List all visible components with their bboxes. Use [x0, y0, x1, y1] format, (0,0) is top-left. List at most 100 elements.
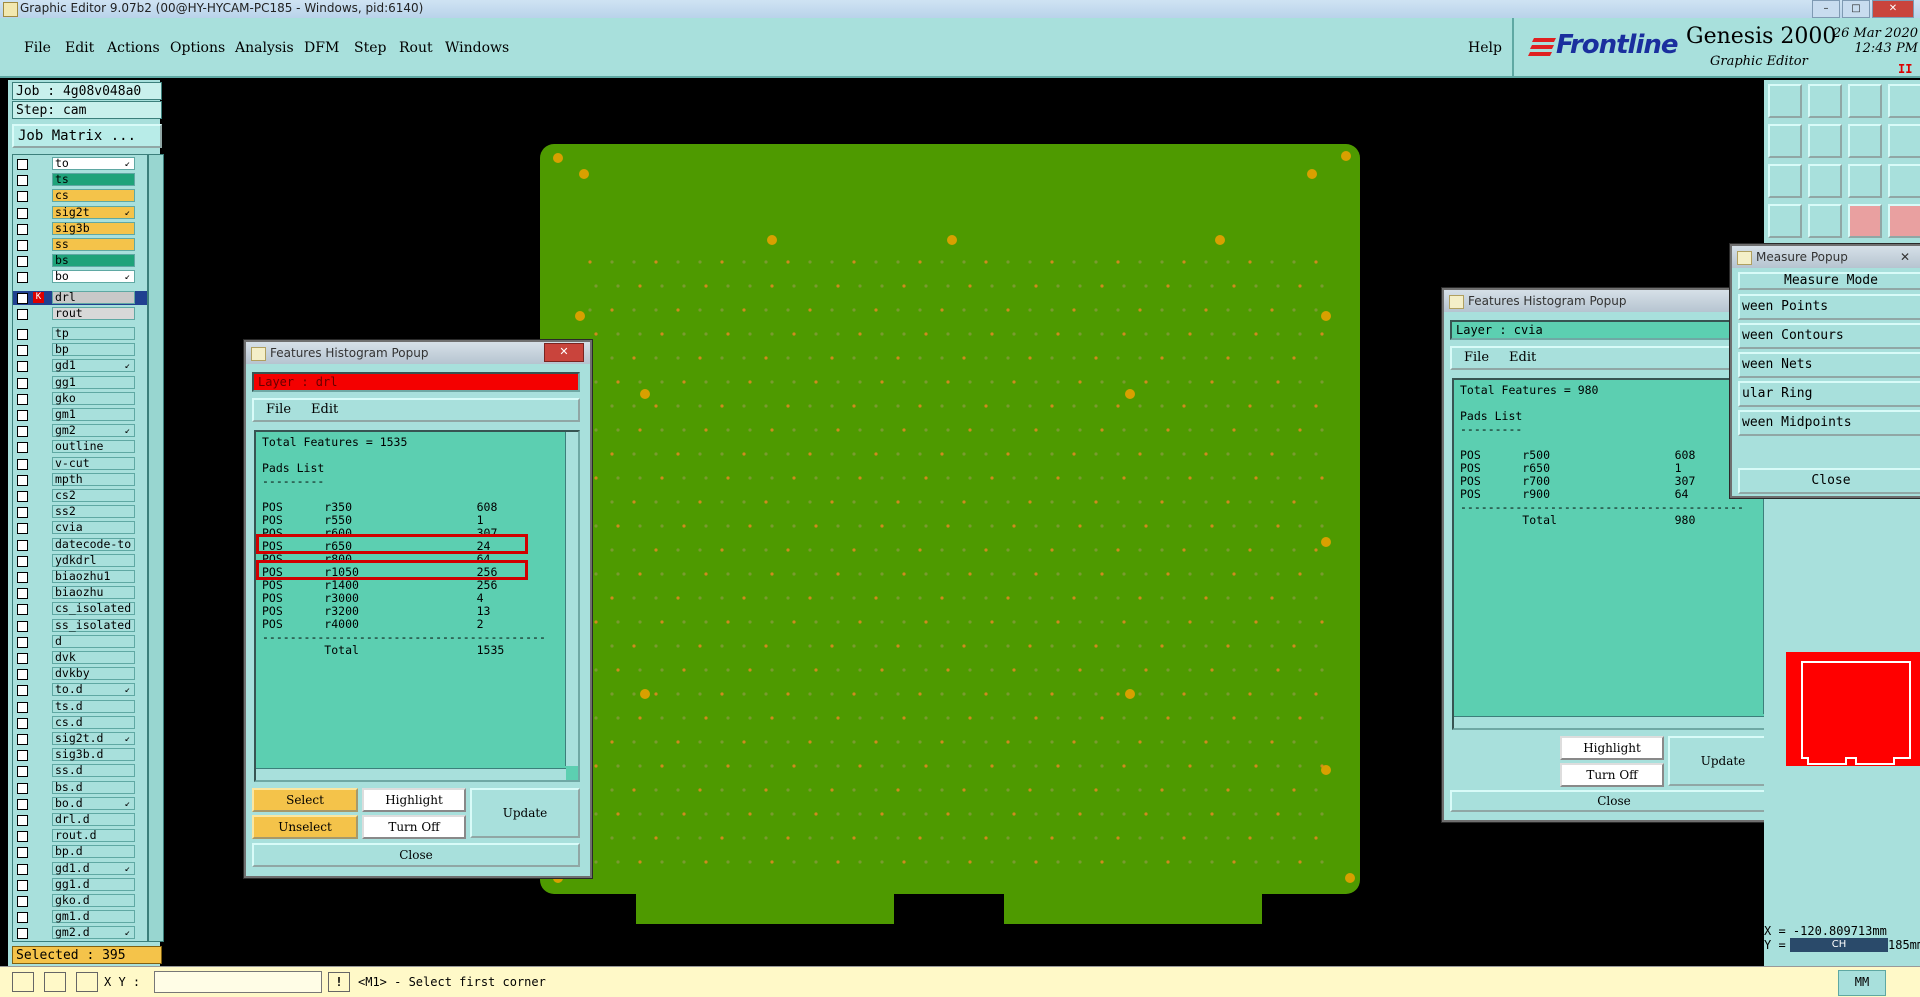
- layer-name[interactable]: ts.d: [52, 699, 135, 713]
- zoom-home-icon[interactable]: [1768, 84, 1802, 118]
- layer-checkbox[interactable]: [17, 474, 28, 486]
- net-icon[interactable]: [1808, 204, 1842, 238]
- layer-name[interactable]: gm1: [52, 408, 135, 421]
- layer-row[interactable]: ydkdrl: [13, 553, 147, 568]
- layer-checkbox[interactable]: [17, 588, 28, 600]
- layer-checkbox[interactable]: [17, 653, 28, 664]
- menu-dfm[interactable]: DFM: [304, 40, 339, 56]
- layer-checkbox[interactable]: [17, 782, 28, 794]
- menu-rout[interactable]: Rout: [399, 40, 433, 56]
- layer-checkbox[interactable]: [17, 442, 28, 454]
- layer-checkbox[interactable]: [17, 636, 28, 648]
- histogram-vscroll[interactable]: [565, 432, 578, 766]
- highlight-button[interactable]: Highlight: [362, 788, 466, 812]
- layer-row[interactable]: d: [13, 634, 147, 649]
- highlight-button[interactable]: Highlight: [1560, 736, 1664, 760]
- measure-between-contours[interactable]: ween Contours: [1738, 323, 1920, 349]
- layer-row[interactable]: Kdrl: [13, 290, 147, 305]
- update-button[interactable]: Update: [470, 788, 580, 838]
- layer-name[interactable]: sig3b.d: [52, 748, 135, 762]
- layer-row[interactable]: bs.d: [13, 780, 147, 795]
- layer-name[interactable]: gg1.d: [52, 877, 135, 891]
- layer-checkbox[interactable]: [17, 734, 28, 745]
- layer-checkbox[interactable]: [17, 329, 28, 340]
- layer-name[interactable]: bs: [52, 254, 135, 268]
- layer-checkbox[interactable]: [17, 879, 28, 891]
- layer-name[interactable]: outline: [52, 440, 135, 454]
- layer-row[interactable]: tp: [13, 327, 147, 341]
- menu-options[interactable]: Options: [170, 40, 225, 56]
- turn-off-button[interactable]: Turn Off: [362, 815, 466, 839]
- layer-checkbox[interactable]: [17, 717, 28, 729]
- measure-between-nets[interactable]: ween Nets: [1738, 352, 1920, 378]
- layer-row[interactable]: biaozhu: [13, 586, 147, 600]
- select-button[interactable]: Select: [252, 788, 358, 812]
- layer-name[interactable]: cs_isolated: [52, 602, 135, 616]
- layer-row[interactable]: dvk: [13, 651, 147, 665]
- layer-row[interactable]: biaozhu1: [13, 570, 147, 584]
- layer-checkbox[interactable]: [17, 458, 28, 470]
- menu-analysis[interactable]: Analysis: [235, 40, 294, 56]
- layer-checkbox[interactable]: [17, 159, 28, 170]
- ime-toolbar[interactable]: CH: [1790, 938, 1888, 952]
- layer-row[interactable]: gm1.d: [13, 910, 147, 924]
- menu-windows[interactable]: Windows: [445, 40, 509, 56]
- menu-step[interactable]: Step: [354, 40, 386, 56]
- layer-checkbox[interactable]: [17, 308, 28, 320]
- layer-row[interactable]: dvkby: [13, 667, 147, 681]
- layer-name[interactable]: to.d ↙: [52, 683, 135, 697]
- layer-name[interactable]: drl.d: [52, 813, 135, 826]
- layer-name[interactable]: dvkby: [52, 667, 135, 681]
- layer-name[interactable]: gd1.d ↙: [52, 861, 135, 875]
- layer-row[interactable]: bp: [13, 343, 147, 357]
- layer-checkbox[interactable]: [17, 896, 28, 907]
- layer-name[interactable]: tp: [52, 327, 135, 340]
- alert-icon[interactable]: !: [328, 972, 350, 992]
- layer-name[interactable]: bo ↙: [52, 270, 135, 284]
- measure-icon[interactable]: [44, 972, 66, 992]
- units-indicator[interactable]: MM: [1838, 970, 1886, 996]
- layer-row[interactable]: ts.d: [13, 699, 147, 714]
- window-icon[interactable]: [1888, 84, 1920, 118]
- layer-row[interactable]: gm2.d ↙: [13, 926, 147, 940]
- layer-row[interactable]: bp.d: [13, 845, 147, 859]
- xy-input[interactable]: [154, 971, 322, 993]
- layer-row[interactable]: sig3b.d: [13, 748, 147, 762]
- popup-close-btn[interactable]: Close: [252, 843, 580, 867]
- layer-row[interactable]: bs: [13, 254, 147, 268]
- histogram-hscroll[interactable]: [1454, 716, 1764, 728]
- route-icon[interactable]: [1848, 204, 1882, 238]
- layer-name[interactable]: ss: [52, 238, 135, 251]
- layer-name[interactable]: cs: [52, 189, 135, 203]
- histogram-hscroll[interactable]: [256, 768, 566, 780]
- pan-left-icon[interactable]: [1768, 124, 1802, 158]
- zoom-in-icon[interactable]: [1808, 164, 1842, 198]
- layer-checkbox[interactable]: [17, 604, 28, 616]
- menu-file[interactable]: File: [24, 40, 51, 56]
- job-matrix-button[interactable]: Job Matrix ...: [12, 124, 162, 148]
- popup-menu-file[interactable]: File: [266, 402, 291, 417]
- layer-name[interactable]: dvk: [52, 651, 135, 664]
- layer-row[interactable]: v-cut: [13, 456, 147, 471]
- layer-checkbox[interactable]: [17, 491, 28, 502]
- turn-off-button[interactable]: Turn Off: [1560, 763, 1664, 787]
- layer-row[interactable]: gko: [13, 391, 147, 406]
- measure-annular-ring[interactable]: ular Ring: [1738, 381, 1920, 407]
- layer-checkbox[interactable]: [17, 256, 28, 268]
- layer-checkbox[interactable]: [17, 345, 28, 357]
- layer-row[interactable]: ts: [13, 173, 147, 187]
- layer-checkbox[interactable]: [17, 361, 28, 373]
- layer-row[interactable]: cs_isolated: [13, 602, 147, 616]
- layer-name[interactable]: sig2t.d ↙: [52, 732, 135, 745]
- layer-name[interactable]: cs2: [52, 489, 135, 502]
- layer-row[interactable]: datecode-to: [13, 537, 147, 552]
- layer-checkbox[interactable]: [17, 539, 28, 551]
- layer-name[interactable]: rout: [52, 306, 135, 320]
- layer-name[interactable]: rout.d: [52, 829, 135, 843]
- zoom-back-icon[interactable]: [1808, 84, 1842, 118]
- layer-checkbox[interactable]: [17, 523, 28, 535]
- layer-name[interactable]: bo.d ↙: [52, 796, 135, 810]
- layer-name[interactable]: ydkdrl: [52, 553, 135, 567]
- scale-icon[interactable]: [1848, 164, 1882, 198]
- layer-name[interactable]: gm1.d: [52, 910, 135, 924]
